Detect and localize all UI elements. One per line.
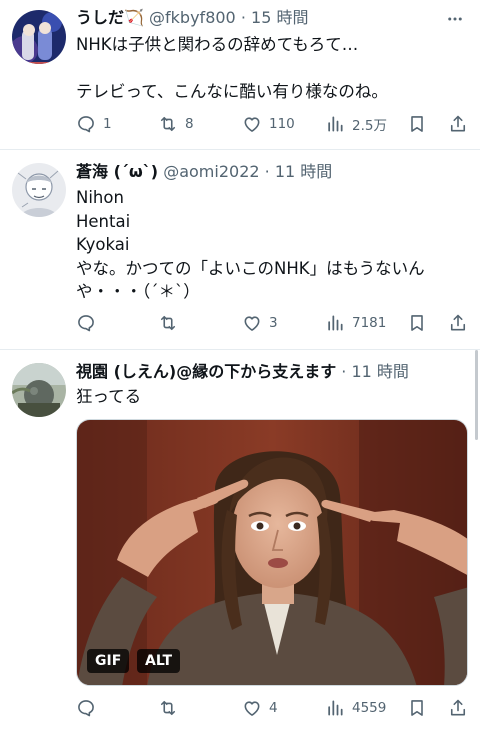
reply-button[interactable] [76, 312, 103, 334]
like-button[interactable]: 3 [242, 312, 278, 334]
reply-button[interactable] [76, 697, 103, 719]
views-icon [328, 116, 343, 132]
views-button[interactable]: 4559 [325, 697, 386, 719]
share-button[interactable] [448, 697, 468, 719]
reply-count: 1 [103, 116, 112, 132]
gif-media[interactable]: GIF ALT [76, 419, 468, 686]
separator: · [341, 362, 347, 381]
display-name[interactable]: 蒼海 (´ω`) [76, 162, 158, 181]
retweet-icon [160, 700, 176, 716]
tweet-1[interactable]: うしだ🏹 @fkbyf800 · 15 時間 NHKは子供と関わるの辞めてもろて… [0, 0, 480, 150]
reply-icon [78, 700, 94, 717]
share-icon [450, 699, 466, 716]
avatar[interactable] [12, 10, 66, 64]
views-icon [328, 315, 343, 331]
avatar[interactable] [12, 363, 66, 417]
views-count: 4559 [352, 700, 387, 716]
bookmark-button[interactable] [407, 113, 427, 135]
like-icon [244, 701, 260, 716]
views-count: 2.5万 [352, 118, 387, 134]
like-icon [244, 117, 260, 132]
share-icon [450, 115, 466, 132]
like-icon [244, 316, 260, 331]
retweet-button[interactable]: 8 [158, 113, 194, 135]
retweet-button[interactable] [158, 697, 185, 719]
share-icon [450, 314, 466, 331]
display-name[interactable]: 視園 (しえん)@縁の下から支えます [76, 362, 336, 381]
tweet-header: うしだ🏹 @fkbyf800 · 15 時間 [76, 7, 440, 29]
gif-badge[interactable]: GIF [87, 649, 130, 673]
share-button[interactable] [448, 113, 468, 135]
like-button[interactable]: 110 [242, 113, 295, 135]
display-name[interactable]: うしだ🏹 [76, 8, 144, 27]
retweet-count: 8 [185, 116, 194, 132]
views-icon [328, 700, 343, 716]
separator: · [264, 162, 270, 181]
reply-icon [78, 116, 94, 133]
like-count: 110 [269, 116, 295, 132]
bookmark-icon [411, 315, 423, 331]
timestamp[interactable]: 11 時間 [351, 362, 408, 381]
bookmark-button[interactable] [407, 312, 427, 334]
like-count: 3 [269, 315, 278, 331]
avatar[interactable] [12, 163, 66, 217]
views-count: 7181 [352, 315, 387, 331]
gif-image [77, 420, 467, 685]
scrollbar[interactable] [475, 350, 478, 440]
handle[interactable]: @aomi2022 [163, 162, 259, 181]
reply-icon [78, 315, 94, 332]
views-button[interactable]: 2.5万 [325, 113, 387, 135]
bookmark-icon [411, 700, 423, 716]
tweet-2[interactable]: 蒼海 (´ω`) @aomi2022 · 11 時間 Nihon Hentai … [0, 150, 480, 350]
like-button[interactable]: 4 [242, 697, 278, 719]
views-button[interactable]: 7181 [325, 312, 386, 334]
action-bar: 1 8 110 2.5万 [76, 113, 472, 135]
bookmark-icon [411, 116, 423, 132]
timestamp[interactable]: 11 時間 [275, 162, 332, 181]
alt-badge[interactable]: ALT [137, 649, 180, 673]
like-count: 4 [269, 700, 278, 716]
tweet-text: 狂ってる [76, 387, 142, 406]
action-bar: 3 7181 [76, 312, 472, 334]
tweet-header: 視園 (しえん)@縁の下から支えます · 11 時間 [76, 361, 466, 383]
divider [0, 349, 480, 350]
separator: · [240, 8, 246, 27]
more-icon[interactable] [444, 8, 466, 30]
reply-button[interactable]: 1 [76, 113, 112, 135]
action-bar: 4 4559 [76, 697, 472, 719]
retweet-icon [160, 315, 176, 331]
tweet-text: NHKは子供と関わるの辞めてもろて… テレビって、こんなに酷い有り様なのね。 [76, 35, 388, 101]
tweet-header: 蒼海 (´ω`) @aomi2022 · 11 時間 [76, 161, 440, 183]
timestamp[interactable]: 15 時間 [251, 8, 308, 27]
tweet-text: Nihon Hentai Kyokai やな。かつての「よいこのNHK」はもうな… [76, 188, 425, 301]
share-button[interactable] [448, 312, 468, 334]
retweet-button[interactable] [158, 312, 185, 334]
retweet-icon [160, 116, 176, 132]
handle[interactable]: @fkbyf800 [149, 8, 236, 27]
bookmark-button[interactable] [407, 697, 427, 719]
